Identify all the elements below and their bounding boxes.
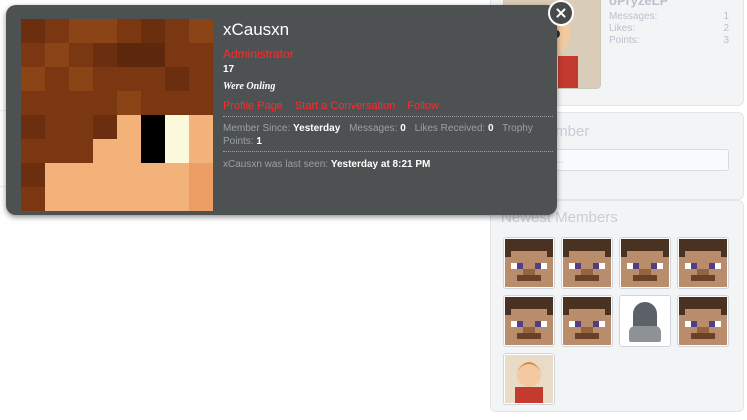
stat-value: Yesterday — [293, 123, 341, 134]
stat-label: Likes Received: — [414, 123, 486, 134]
steve-avatar-icon — [563, 297, 611, 345]
stat-value: 3 — [723, 35, 729, 46]
member-avatar[interactable] — [503, 295, 555, 347]
start-conversation-link[interactable]: Start a Conversation — [295, 100, 395, 112]
stat-messages: Messages: 0 — [349, 123, 406, 134]
last-seen-value: Yesterday at 8:21 PM — [330, 159, 431, 170]
member-avatar[interactable] — [503, 237, 555, 289]
divider — [223, 151, 553, 152]
user-stats: Member Since: Yesterday Messages: 0 Like… — [223, 122, 543, 148]
staff-stat-points: Points: 3 — [609, 35, 729, 46]
steve-avatar-icon — [505, 239, 553, 287]
stat-value: 0 — [400, 123, 406, 134]
member-avatar[interactable] — [561, 295, 613, 347]
user-age: 17 — [223, 64, 235, 75]
divider — [223, 116, 553, 117]
stat-value: 0 — [487, 123, 494, 134]
stat-label: Points: — [609, 35, 640, 46]
stat-member-since: Member Since: Yesterday — [223, 123, 340, 134]
stat-label: Likes: — [609, 23, 636, 34]
last-seen: xCausxn was last seen: Yesterday at 8:21… — [223, 159, 430, 170]
member-avatar[interactable] — [619, 237, 671, 289]
follow-link[interactable]: Follow — [407, 100, 439, 112]
last-seen-label: xCausxn was last seen: — [223, 159, 329, 170]
user-role: Administrator — [223, 47, 294, 61]
close-icon[interactable] — [548, 0, 574, 26]
staff-stat-messages: Messages: 1 — [609, 11, 729, 22]
stat-label: Messages: — [609, 11, 658, 22]
member-avatar[interactable] — [619, 295, 671, 347]
member-avatar[interactable] — [503, 353, 555, 405]
steve-avatar-icon — [505, 297, 553, 345]
profile-page-link[interactable]: Profile Page — [223, 100, 283, 112]
steve-avatar-icon — [563, 239, 611, 287]
steve-avatar-icon — [679, 239, 727, 287]
member-avatar[interactable] — [561, 237, 613, 289]
member-card-overlay: xCausxn Administrator 17 Were Onling Pro… — [6, 0, 574, 215]
stat-likes: Likes Received: 0 — [415, 123, 494, 134]
stat-label: Messages: — [349, 123, 398, 134]
cartoon-boy-avatar-icon — [505, 355, 553, 403]
stat-value: 2 — [723, 23, 729, 34]
member-avatar[interactable] — [677, 237, 729, 289]
stat-value: 1 — [256, 136, 262, 147]
staff-name[interactable]: oPryzeLP — [609, 0, 668, 8]
steve-avatar-icon — [679, 297, 727, 345]
username[interactable]: xCausxn — [223, 20, 289, 40]
steve-avatar-icon — [621, 239, 669, 287]
staff-stat-likes: Likes: 2 — [609, 23, 729, 34]
user-status: Were Onling — [223, 81, 276, 92]
stat-value: 1 — [723, 11, 729, 22]
profile-links: Profile Page Start a Conversation Follow — [223, 100, 439, 112]
darth-vader-avatar-icon — [629, 326, 661, 342]
member-avatar[interactable] — [677, 295, 729, 347]
stat-label: Member Since: — [223, 123, 291, 134]
minecraft-avatar-icon[interactable] — [21, 19, 213, 211]
newest-members-block: Newest Members — [490, 200, 744, 412]
